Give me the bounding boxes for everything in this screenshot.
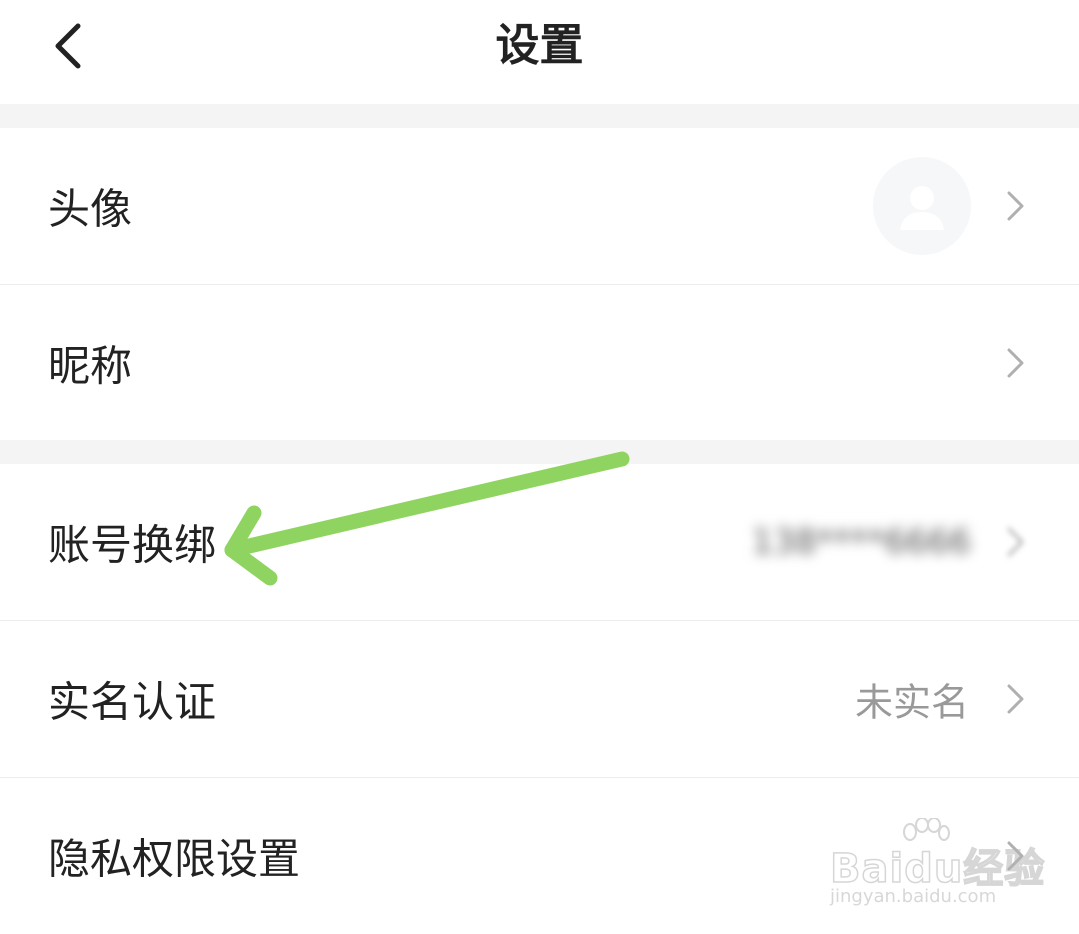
baidu-watermark: Baidu经验 jingyan.baidu.com (826, 818, 1045, 914)
bound-phone-value: 138****6666 (751, 522, 971, 562)
settings-row-avatar[interactable]: 头像 (0, 128, 1079, 284)
settings-row-account-rebind[interactable]: 账号换绑 138****6666 (0, 464, 1079, 620)
app-header: 设置 (0, 0, 1079, 104)
chevron-right-icon (1007, 191, 1024, 221)
real-name-status: 未实名 (854, 680, 969, 725)
chevron-right-icon (1007, 527, 1024, 557)
chevron-right-icon (1007, 348, 1024, 377)
watermark-url: jingyan.baidu.com (830, 886, 997, 907)
row-label-account-rebind: 账号换绑 (48, 520, 217, 570)
section-gap (0, 104, 1079, 128)
row-label-privacy: 隐私权限设置 (48, 834, 301, 884)
settings-row-nickname[interactable]: 昵称 (0, 285, 1079, 440)
settings-row-real-name[interactable]: 实名认证 未实名 (0, 621, 1079, 777)
row-label-nickname: 昵称 (48, 341, 133, 390)
page-title: 设置 (495, 20, 584, 71)
avatar (873, 157, 971, 255)
user-placeholder-icon (900, 186, 944, 230)
chevron-right-icon (1007, 684, 1024, 714)
row-label-real-name: 实名认证 (48, 677, 217, 727)
row-label-avatar: 头像 (48, 184, 133, 234)
section-gap (0, 440, 1079, 464)
